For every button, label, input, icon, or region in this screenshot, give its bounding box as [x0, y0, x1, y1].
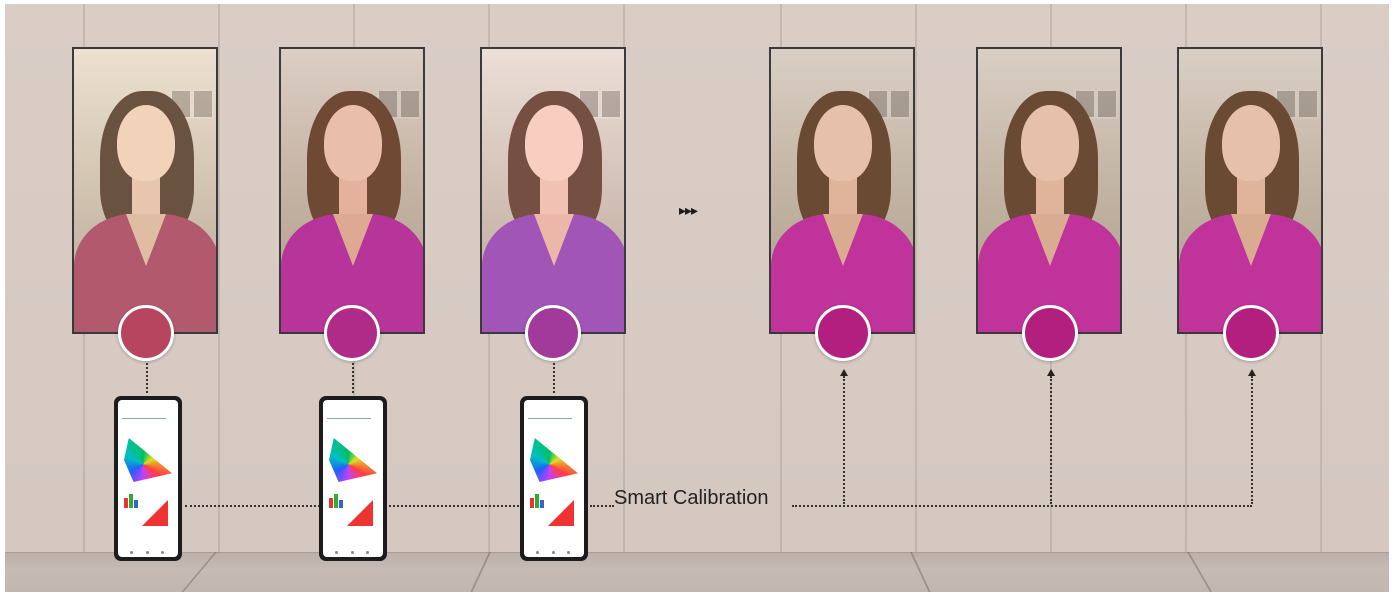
- color-gamut-chart-icon: [329, 438, 377, 482]
- smart-calibration-label: Smart Calibration: [614, 487, 769, 509]
- color-swatch-before-2: [324, 305, 380, 361]
- dotted-connector: [146, 363, 148, 393]
- color-swatch-before-1: [118, 305, 174, 361]
- play-triangle-icon: ▸▸▸: [679, 203, 698, 219]
- color-gamut-chart-icon: [530, 438, 578, 482]
- bar-chart-icon: [329, 492, 345, 508]
- dotted-connector: [843, 376, 845, 504]
- dotted-connector: [590, 505, 614, 507]
- wall-seam: [915, 4, 917, 552]
- color-swatch-after-3: [1223, 305, 1279, 361]
- triangle-chart-icon: [142, 500, 168, 526]
- dotted-connector: [352, 363, 354, 393]
- dotted-connector: [1050, 376, 1052, 504]
- smartphone-calibration-app: [520, 396, 588, 561]
- display-before-2: [279, 47, 425, 334]
- dotted-connector: [553, 363, 555, 393]
- floor: [5, 552, 1389, 592]
- arrow-up-icon: [840, 369, 848, 376]
- color-swatch-after-1: [815, 305, 871, 361]
- display-after-1: [769, 47, 915, 334]
- arrow-up-icon: [1047, 369, 1055, 376]
- display-after-3: [1177, 47, 1323, 334]
- color-swatch-after-2: [1022, 305, 1078, 361]
- display-before-1: [72, 47, 218, 334]
- bar-chart-icon: [124, 492, 140, 508]
- bar-chart-icon: [530, 492, 546, 508]
- color-gamut-chart-icon: [124, 438, 172, 482]
- dotted-connector: [185, 505, 320, 507]
- triangle-chart-icon: [548, 500, 574, 526]
- display-before-3: [480, 47, 626, 334]
- smartphone-calibration-app: [114, 396, 182, 561]
- smartphone-calibration-app: [319, 396, 387, 561]
- dotted-connector: [389, 505, 519, 507]
- wall-seam: [218, 4, 220, 552]
- dotted-connector: [1251, 376, 1253, 504]
- triangle-chart-icon: [347, 500, 373, 526]
- display-after-2: [976, 47, 1122, 334]
- arrow-up-icon: [1248, 369, 1256, 376]
- color-swatch-before-3: [525, 305, 581, 361]
- dotted-connector: [792, 505, 1252, 507]
